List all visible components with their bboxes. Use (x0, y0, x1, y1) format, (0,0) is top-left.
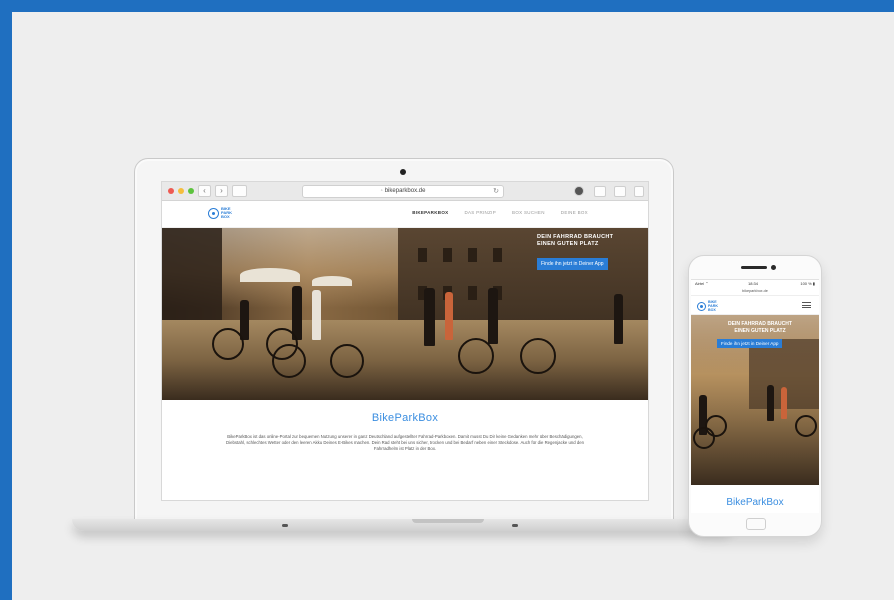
minimize-window-button[interactable] (178, 188, 184, 194)
laptop-base (72, 519, 734, 531)
site-logo[interactable]: BIKE PARK BOX (208, 207, 235, 219)
address-bar[interactable]: ◦ bikeparkbox.de ↻ (302, 185, 504, 198)
tabs-icon[interactable] (614, 186, 626, 197)
hero-title-line2: EINEN GUTEN PLATZ (537, 241, 599, 247)
home-button[interactable] (746, 518, 766, 530)
menu-item-deine-box[interactable]: DEINE BOX (561, 210, 588, 215)
forward-button[interactable]: › (215, 185, 228, 197)
phone-hero-image: DEIN FAHRRAD BRAUCHT EINEN GUTEN PLATZ F… (691, 315, 819, 485)
share-icon[interactable] (594, 186, 606, 197)
browser-toolbar: ‹ › ◦ bikeparkbox.de ↻ (162, 182, 648, 201)
laptop-camera (400, 169, 406, 175)
new-tab-button[interactable] (634, 186, 644, 197)
hero-text-block: DEIN FAHRRAD BRAUCHT EINEN GUTEN PLATZ F… (537, 234, 632, 270)
phone-site-logo[interactable]: BIKE PARK BOX (697, 300, 720, 312)
battery-indicator: 100 % ▮ (800, 281, 815, 286)
site-header: BIKE PARK BOX BIKEPARKBOX DAS PRINZIP BO… (162, 201, 648, 228)
phone-address-bar[interactable]: bikeparkbox.de (691, 288, 819, 296)
phone-hero-title-line2: EINEN GUTEN PLATZ (734, 327, 786, 334)
intro-section: BikeParkBox BikeParkBox ist das online-P… (162, 400, 648, 453)
logo-text: BIKE PARK BOX (221, 206, 233, 219)
logo-icon (697, 301, 706, 311)
section-title: BikeParkBox (371, 412, 439, 424)
phone-hero-cta-button[interactable]: Finde ihn jetzt in Deiner App (717, 339, 783, 348)
laptop-screen: ‹ › ◦ bikeparkbox.de ↻ BIKE PARK BOX BIK… (161, 181, 649, 501)
close-window-button[interactable] (168, 188, 174, 194)
hero-title-line1: DEIN FAHRRAD BRAUCHT (537, 234, 614, 240)
logo-icon (208, 207, 219, 219)
status-time: 18:34 (748, 281, 759, 286)
hamburger-menu-icon[interactable] (802, 302, 811, 308)
phone-camera (771, 265, 776, 270)
back-button[interactable]: ‹ (198, 185, 211, 197)
phone-speaker (741, 266, 767, 269)
address-url: bikeparkbox.de (384, 188, 426, 194)
phone-hero-title: DEIN FAHRRAD BRAUCHT EINEN GUTEN PLATZ (715, 321, 805, 334)
phone-screen: Airtel ⌃ 18:34 100 % ▮ bikeparkbox.de BI… (691, 279, 819, 513)
main-menu: BIKEPARKBOX DAS PRINZIP BOX SUCHEN DEINE… (396, 210, 588, 215)
reload-icon[interactable]: ↻ (493, 186, 499, 197)
smartphone: Airtel ⌃ 18:34 100 % ▮ bikeparkbox.de BI… (688, 255, 822, 537)
phone-hero-title-line1: DEIN FAHRRAD BRAUCHT (728, 321, 792, 327)
stage-background: ‹ › ◦ bikeparkbox.de ↻ BIKE PARK BOX BIK… (12, 12, 894, 600)
download-icon[interactable] (574, 186, 584, 196)
sidebar-icon[interactable] (232, 185, 247, 197)
laptop: ‹ › ◦ bikeparkbox.de ↻ BIKE PARK BOX BIK… (134, 158, 674, 524)
hero-image: DEIN FAHRRAD BRAUCHT EINEN GUTEN PLATZ F… (162, 228, 648, 400)
phone-section-title: BikeParkBox (726, 497, 784, 508)
menu-item-bikeparkbox[interactable]: BIKEPARKBOX (412, 210, 448, 215)
section-body: BikeParkBox ist das online-Portal zur be… (226, 434, 584, 452)
menu-item-box-suchen[interactable]: BOX SUCHEN (512, 210, 545, 215)
menu-item-das-prinzip[interactable]: DAS PRINZIP (464, 210, 496, 215)
phone-site-header: BIKE PARK BOX (691, 296, 819, 315)
hero-cta-button[interactable]: Finde ihn jetzt in Deiner App (537, 258, 608, 270)
maximize-window-button[interactable] (188, 188, 194, 194)
phone-status-bar: Airtel ⌃ 18:34 100 % ▮ (691, 280, 819, 288)
lock-icon: ◦ (380, 188, 383, 194)
carrier-label: Airtel ⌃ (695, 281, 709, 286)
logo-text: BIKE PARK BOX (708, 300, 718, 312)
